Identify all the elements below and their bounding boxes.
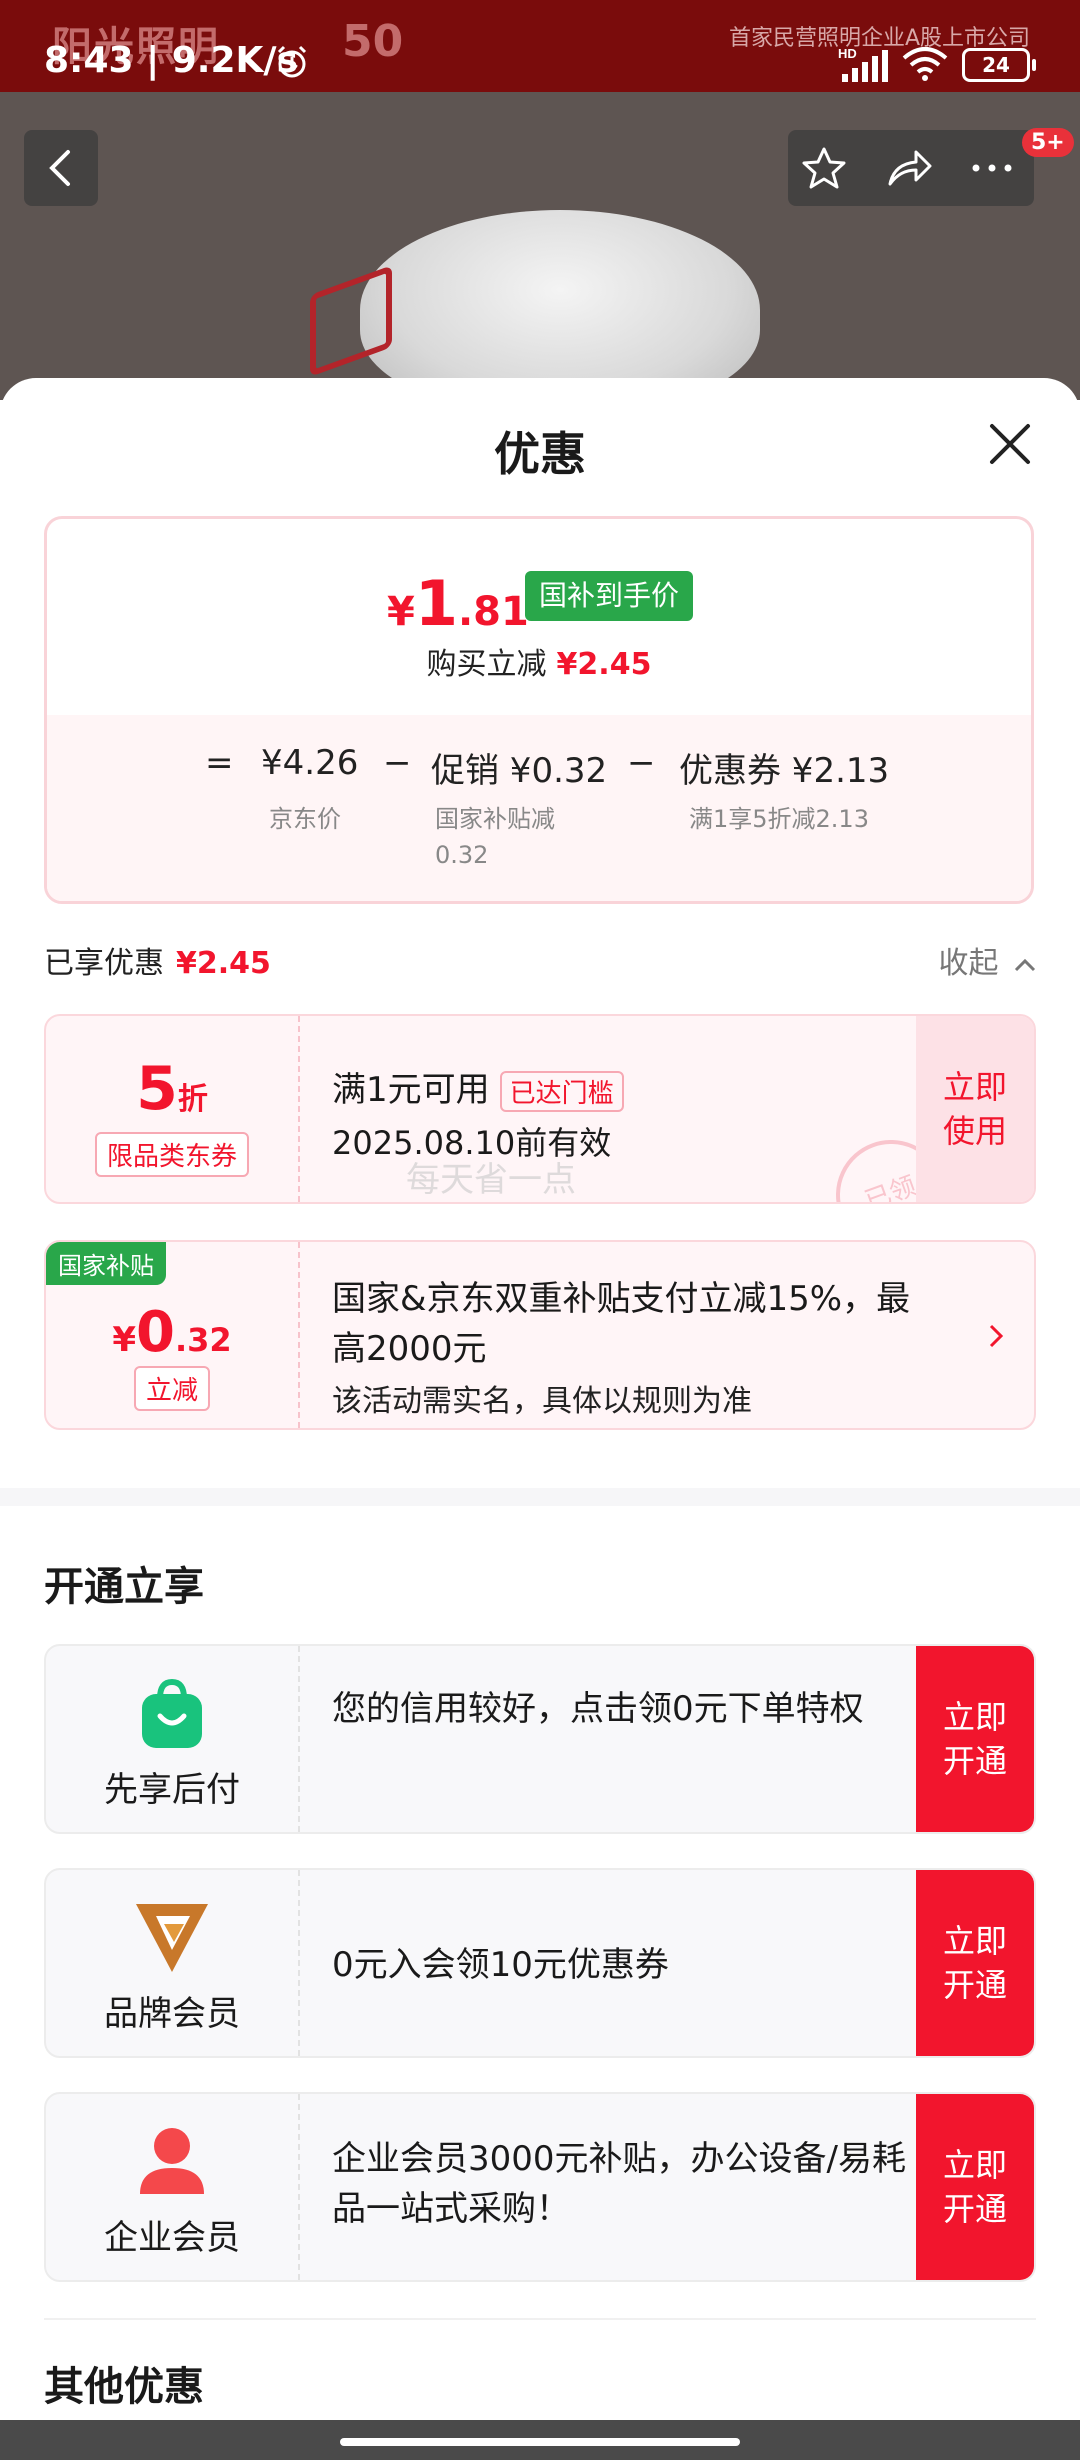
subsidy-reduce-tag: 立减 — [133, 1366, 211, 1411]
signal-icon: HD — [838, 46, 888, 82]
minus-sign-2: − — [627, 743, 656, 783]
battery-indicator: 24 — [962, 48, 1036, 82]
more-icon[interactable] — [968, 160, 1016, 176]
price-summary-card: ¥1.81 国补到手价 购买立减 ¥2.45 = ¥4.26 京东价 − 促销 ¥… — [44, 516, 1034, 904]
product-page-background: 阳光照明 50 首家民营照明企业A股上市公司 8:43 | 9.2K/s HD … — [0, 0, 1080, 400]
alarm-icon — [277, 45, 307, 78]
final-price-integer: 1 — [414, 567, 458, 640]
subsidy-decimal: .32 — [174, 1321, 232, 1359]
enjoyed-label: 已享优惠 — [44, 946, 164, 981]
brand-member-description: 0元入会领10元优惠券 — [332, 1945, 669, 1985]
reduce-label: 购买立减 — [426, 647, 547, 682]
brand-member-icon-column: 品牌会员 — [46, 1870, 300, 2056]
final-price: ¥1.81 — [387, 567, 529, 640]
pay-later-open-button[interactable]: 立即开通 — [916, 1646, 1034, 1832]
subsidy-amount: ¥0.32 — [46, 1300, 298, 1365]
subsidy-card[interactable]: ¥0.32 立减 国家补贴 国家&京东双重补贴支付立减15%，最高2000元 该… — [44, 1240, 1036, 1430]
coupon-amount: 优惠券 ¥2.13 — [679, 751, 890, 791]
jd-price: ¥4.26 — [261, 743, 359, 783]
enterprise-member-card[interactable]: 企业会员 企业会员3000元补贴，办公设备/易耗品一站式采购！ 立即开通 — [44, 2092, 1036, 2282]
coupon-condition: 满1元可用 已达门槛 — [332, 1062, 624, 1112]
promo-label-line1: 国家补贴减 — [435, 805, 555, 833]
open-button-label: 立即开通 — [942, 1922, 1007, 2004]
collapse-label: 收起 — [938, 946, 999, 981]
coupon-type-tag: 限品类东券 — [94, 1132, 250, 1177]
coupon-title: 满1元可用 — [332, 1070, 490, 1110]
enterprise-member-description: 企业会员3000元补贴，办公设备/易耗品一站式采购！ — [332, 2139, 906, 2229]
sheet-title: 优惠 — [494, 427, 586, 481]
product-image — [360, 210, 760, 400]
subsidy-currency: ¥ — [112, 1320, 136, 1360]
collapse-button[interactable]: 收起 — [938, 938, 1036, 982]
subsidy-integer: 0 — [136, 1300, 175, 1365]
enterprise-member-open-button[interactable]: 立即开通 — [916, 2094, 1034, 2280]
pay-later-card[interactable]: 先享后付 您的信用较好，点击领0元下单特权 立即开通 — [44, 1644, 1036, 1834]
open-button-label: 立即开通 — [942, 1698, 1007, 1780]
coupon-discount-unit: 折 — [177, 1082, 208, 1117]
enterprise-member-label: 企业会员 — [104, 2218, 240, 2258]
v-logo-icon — [136, 1904, 208, 1972]
coupon-label: 满1享5折减2.13 — [689, 805, 869, 833]
pay-later-icon-column: 先享后付 — [46, 1646, 300, 1832]
brand-member-open-button[interactable]: 立即开通 — [916, 1870, 1034, 2056]
open-section-title: 开通立享 — [44, 1564, 204, 1610]
section-divider — [0, 1488, 1080, 1506]
gesture-bar-area — [0, 2420, 1080, 2460]
promo-amount: 促销 ¥0.32 — [431, 751, 608, 791]
status-bar: 8:43 | 9.2K/s HD 24 — [0, 40, 1080, 96]
watermark-text: 每天省一点 — [406, 1160, 576, 1200]
subsidy-rule-note: 该活动需实名，具体以规则为准 — [332, 1384, 752, 1419]
subsidy-price-tag: 国补到手价 — [525, 571, 694, 621]
svg-text:HD: HD — [838, 46, 857, 61]
share-icon[interactable] — [884, 146, 934, 190]
enterprise-member-icon-column: 企业会员 — [46, 2094, 300, 2280]
message-count-badge: 5+ — [1022, 128, 1074, 157]
threshold-reached-tag: 已达门槛 — [499, 1071, 624, 1112]
close-icon[interactable] — [986, 420, 1034, 468]
chevron-right-icon — [989, 1324, 1004, 1348]
wifi-icon — [902, 47, 948, 81]
star-icon[interactable] — [800, 146, 848, 190]
final-price-decimal: .81 — [457, 589, 529, 635]
coupon-discount-number: 5 — [136, 1054, 178, 1124]
chevron-left-icon — [49, 150, 70, 186]
equals-sign: = — [205, 743, 234, 783]
top-action-group — [788, 130, 1034, 206]
use-now-label: 立即使用 — [942, 1068, 1007, 1150]
home-indicator[interactable] — [340, 2438, 740, 2446]
coupon-card[interactable]: 5折 限品类东券 满1元可用 已达门槛 2025.08.10前有效 每天省一点 已… — [44, 1014, 1036, 1204]
reduce-amount: ¥2.45 — [556, 647, 652, 682]
pay-later-label: 先享后付 — [104, 1770, 240, 1810]
status-time: 8:43 | 9.2K/s — [44, 40, 299, 81]
coupon-left: 5折 限品类东券 — [46, 1016, 300, 1202]
subsidy-description: 国家&京东双重补贴支付立减15%，最高2000元 — [332, 1279, 911, 1369]
national-subsidy-flag: 国家补贴 — [46, 1242, 166, 1285]
reduce-line: 购买立减 ¥2.45 — [47, 639, 1031, 683]
enjoyed-amount: ¥2.45 — [176, 946, 271, 981]
use-now-button[interactable]: 立即使用 — [916, 1016, 1034, 1202]
person-icon — [140, 2128, 204, 2194]
thin-divider — [44, 2318, 1036, 2320]
promo-label-line2: 0.32 — [435, 841, 489, 869]
other-section-title: 其他优惠 — [44, 2364, 204, 2410]
brand-member-label: 品牌会员 — [104, 1994, 240, 2034]
promotion-sheet: 优惠 ¥1.81 国补到手价 购买立减 ¥2.45 = ¥4.26 京东价 − 促… — [0, 378, 1080, 2460]
back-button[interactable] — [24, 130, 98, 206]
pay-later-description: 您的信用较好，点击领0元下单特权 — [332, 1689, 864, 1729]
jd-price-label: 京东价 — [269, 805, 341, 833]
open-button-label: 立即开通 — [942, 2146, 1007, 2228]
brand-member-card[interactable]: 品牌会员 0元入会领10元优惠券 立即开通 — [44, 1868, 1036, 2058]
coupon-discount: 5折 — [46, 1054, 298, 1124]
final-price-currency: ¥ — [387, 589, 415, 635]
shopping-bag-icon — [142, 1678, 202, 1748]
minus-sign-1: − — [383, 743, 412, 783]
enjoyed-discount: 已享优惠 ¥2.45 — [44, 938, 271, 982]
chevron-up-icon — [1014, 958, 1036, 971]
